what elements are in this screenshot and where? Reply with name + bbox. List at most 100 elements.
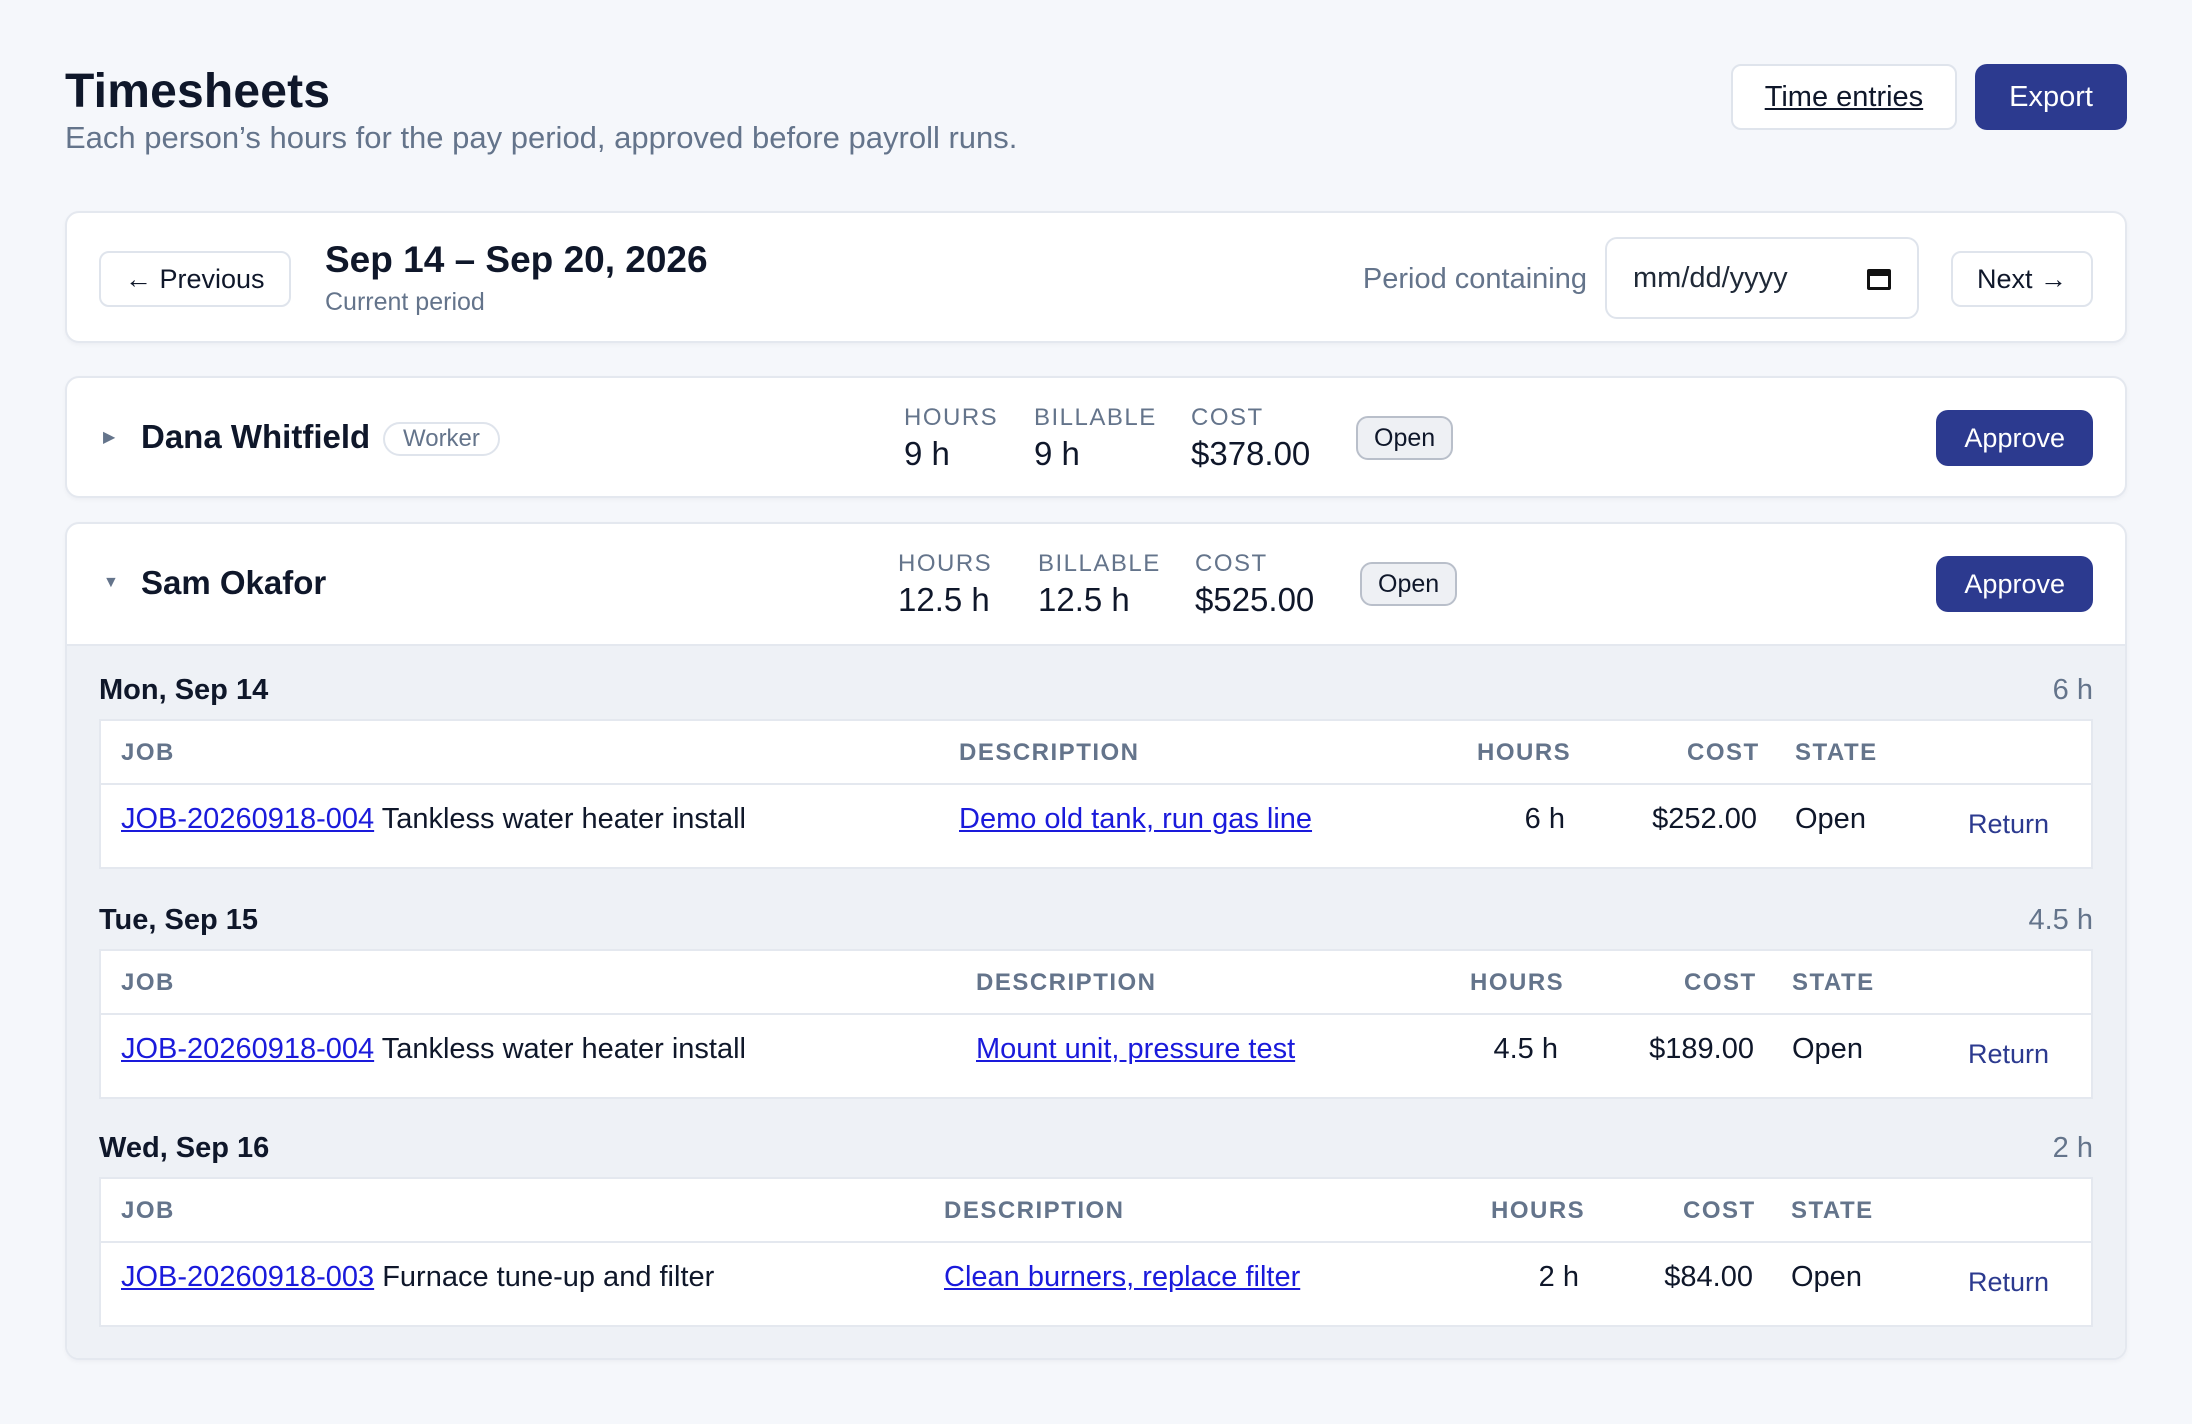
period-selector: ← Previous Sep 14 – Sep 20, 2026 Current… [65, 211, 2127, 343]
column-header-hours: HOURS [1470, 969, 1565, 996]
job-cell: JOB-20260918-004 Tankless water heater i… [121, 803, 746, 836]
column-header-description: DESCRIPTION [944, 1197, 1125, 1224]
stat-cost-label: COST [1191, 404, 1264, 431]
stat-hours-label: HOURS [904, 404, 999, 431]
state-cell: Open [1791, 1261, 1862, 1293]
column-header-cost: COST [1683, 1197, 1756, 1224]
date-placeholder: mm/dd/yyyy [1633, 261, 1788, 294]
day-date: Tue, Sep 15 [99, 904, 259, 936]
job-name: Furnace tune-up and filter [382, 1261, 715, 1293]
timesheets-page: Timesheets Each person’s hours for the p… [0, 0, 2192, 1424]
job-cell: JOB-20260918-004 Tankless water heater i… [121, 1033, 746, 1066]
entries-table: JOB DESCRIPTION HOURS COST STATE JOB-202… [99, 1177, 2093, 1327]
column-header-job: JOB [121, 739, 175, 766]
person-card-dana-whitfield: ▶ Dana Whitfield Worker HOURS 9 h BILLAB… [65, 376, 2127, 498]
hours-cell: 4.5 h [1493, 1033, 1559, 1065]
period-containing-label: Period containing [1362, 263, 1587, 295]
person-header[interactable]: ▶ Dana Whitfield Worker HOURS 9 h BILLAB… [67, 378, 2125, 496]
job-link[interactable]: JOB-20260918-004 [121, 1033, 374, 1065]
table-header-row: JOB DESCRIPTION HOURS COST STATE [101, 721, 2091, 785]
table-header-row: JOB DESCRIPTION HOURS COST STATE [101, 1179, 2091, 1243]
stat-cost-value: $525.00 [1195, 581, 1315, 618]
table-row: JOB-20260918-004 Tankless water heater i… [101, 1015, 2091, 1099]
person-name: Dana Whitfield [141, 418, 371, 455]
job-name: Tankless water heater install [381, 803, 746, 835]
stat-hours: HOURS 9 h [904, 404, 998, 474]
state-cell: Open [1795, 803, 1866, 835]
cost-cell: $189.00 [1649, 1033, 1754, 1065]
stat-hours-value: 12.5 h [898, 581, 990, 618]
status-badge: Open [1360, 562, 1458, 606]
column-header-state: STATE [1795, 739, 1878, 766]
day-header: Mon, Sep 14 6 h [99, 674, 2093, 714]
day-date: Mon, Sep 14 [99, 674, 269, 706]
stat-hours: HOURS 12.5 h [898, 550, 992, 620]
hours-cell: 2 h [1538, 1261, 1579, 1293]
description-link[interactable]: Demo old tank, run gas line [959, 803, 1312, 836]
day-breakdown: Mon, Sep 14 6 h JOB DESCRIPTION HOURS CO… [67, 644, 2125, 1358]
next-period-button[interactable]: Next → [1950, 251, 2093, 307]
job-link[interactable]: JOB-20260918-004 [121, 803, 374, 835]
role-badge: Worker [383, 422, 500, 456]
job-name: Tankless water heater install [381, 1033, 746, 1065]
column-header-job: JOB [121, 969, 175, 996]
stat-hours-label: HOURS [898, 550, 993, 577]
state-cell: Open [1792, 1033, 1863, 1065]
column-header-description: DESCRIPTION [959, 739, 1140, 766]
column-header-state: STATE [1791, 1197, 1874, 1224]
caret-down-icon[interactable]: ▼ [103, 574, 119, 592]
stat-billable-label: BILLABLE [1034, 404, 1157, 431]
person-name: Sam Okafor [141, 564, 327, 601]
entries-table: JOB DESCRIPTION HOURS COST STATE JOB-202… [99, 949, 2093, 1099]
day-header: Tue, Sep 15 4.5 h [99, 904, 2093, 944]
day-total: 2 h [2052, 1132, 2093, 1164]
stat-billable-label: BILLABLE [1038, 550, 1161, 577]
return-button[interactable]: Return [1968, 1267, 2049, 1298]
previous-period-button[interactable]: ← Previous [99, 251, 291, 307]
stat-cost: COST $525.00 [1195, 550, 1314, 620]
stat-billable-value: 9 h [1034, 435, 1080, 472]
cost-cell: $252.00 [1652, 803, 1757, 835]
column-header-cost: COST [1684, 969, 1757, 996]
return-button[interactable]: Return [1968, 809, 2049, 840]
page-header: Timesheets Each person’s hours for the p… [65, 62, 2127, 172]
export-button[interactable]: Export [1975, 64, 2127, 130]
person-header[interactable]: ▼ Sam Okafor HOURS 12.5 h BILLABLE 12.5 … [67, 524, 2125, 642]
calendar-icon[interactable] [1867, 266, 1891, 290]
hours-cell: 6 h [1524, 803, 1565, 835]
column-header-description: DESCRIPTION [976, 969, 1157, 996]
column-header-state: STATE [1792, 969, 1875, 996]
stat-billable-value: 12.5 h [1038, 581, 1130, 618]
time-entries-button[interactable]: Time entries [1730, 64, 1958, 130]
day-total: 4.5 h [2028, 904, 2094, 936]
stat-billable: BILLABLE 12.5 h [1038, 550, 1161, 620]
stat-hours-value: 9 h [904, 435, 950, 472]
description-link[interactable]: Clean burners, replace filter [944, 1261, 1300, 1294]
period-date-input[interactable]: mm/dd/yyyy [1605, 237, 1919, 319]
description-link[interactable]: Mount unit, pressure test [976, 1033, 1295, 1066]
column-header-hours: HOURS [1477, 739, 1572, 766]
stat-cost: COST $378.00 [1191, 404, 1310, 474]
cost-cell: $84.00 [1664, 1261, 1753, 1293]
approve-button[interactable]: Approve [1936, 556, 2093, 612]
column-header-job: JOB [121, 1197, 175, 1224]
person-card-sam-okafor: ▼ Sam Okafor HOURS 12.5 h BILLABLE 12.5 … [65, 522, 2127, 1360]
approve-button[interactable]: Approve [1936, 410, 2093, 466]
table-row: JOB-20260918-003 Furnace tune-up and fil… [101, 1243, 2091, 1327]
stat-billable: BILLABLE 9 h [1034, 404, 1157, 474]
header-actions: Time entries Export [1730, 64, 2127, 130]
stat-cost-label: COST [1195, 550, 1268, 577]
column-header-hours: HOURS [1491, 1197, 1586, 1224]
caret-right-icon[interactable]: ▶ [103, 427, 115, 447]
status-badge: Open [1356, 416, 1454, 460]
day-header: Wed, Sep 16 2 h [99, 1132, 2093, 1172]
table-row: JOB-20260918-004 Tankless water heater i… [101, 785, 2091, 869]
table-header-row: JOB DESCRIPTION HOURS COST STATE [101, 951, 2091, 1015]
job-cell: JOB-20260918-003 Furnace tune-up and fil… [121, 1261, 714, 1294]
return-button[interactable]: Return [1968, 1039, 2049, 1070]
job-link[interactable]: JOB-20260918-003 [121, 1261, 374, 1293]
day-date: Wed, Sep 16 [99, 1132, 270, 1164]
stat-cost-value: $378.00 [1191, 435, 1311, 472]
period-range: Sep 14 – Sep 20, 2026 [325, 239, 708, 280]
column-header-cost: COST [1687, 739, 1760, 766]
